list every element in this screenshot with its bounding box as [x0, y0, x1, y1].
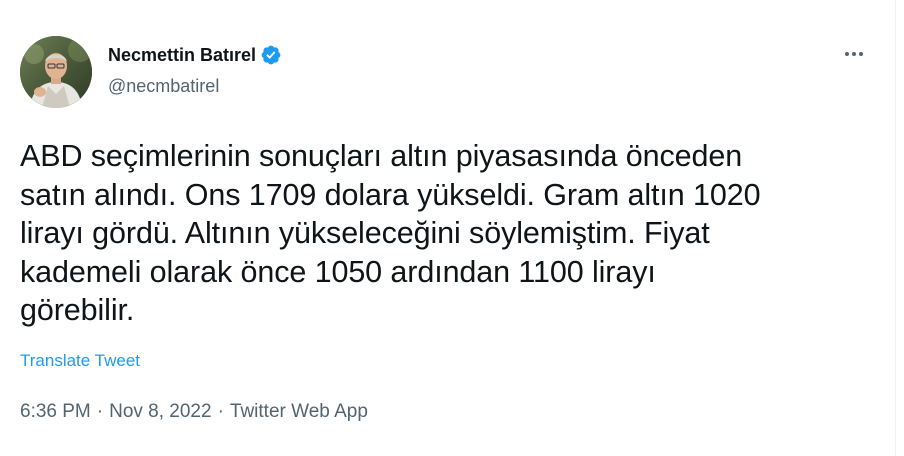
author-handle[interactable]: @necmbatirel	[108, 74, 219, 98]
meta-separator: ·	[217, 401, 224, 422]
tweet-date[interactable]: Nov 8, 2022	[109, 399, 211, 425]
verified-badge-icon	[260, 44, 282, 66]
divider	[895, 0, 896, 456]
avatar[interactable]	[20, 36, 92, 108]
tweet-metadata: 6:36 PM · Nov 8, 2022 · Twitter Web App	[20, 399, 368, 425]
tweet-card: Necmettin Batırel @necmbatirel ABD seçim…	[0, 0, 904, 456]
author-name-row[interactable]: Necmettin Batırel	[108, 43, 282, 67]
tweet-text: ABD seçimlerinin sonuçları altın piyasas…	[20, 139, 761, 327]
more-options-button[interactable]	[840, 40, 868, 68]
more-dots-icon	[845, 52, 863, 56]
tweet-time[interactable]: 6:36 PM	[20, 399, 91, 425]
author-display-name[interactable]: Necmettin Batırel	[108, 43, 256, 67]
user-avatar-icon	[20, 36, 92, 108]
meta-separator: ·	[96, 401, 104, 422]
translate-tweet-link[interactable]: Translate Tweet	[20, 350, 140, 372]
tweet-source[interactable]: Twitter Web App	[230, 399, 368, 425]
